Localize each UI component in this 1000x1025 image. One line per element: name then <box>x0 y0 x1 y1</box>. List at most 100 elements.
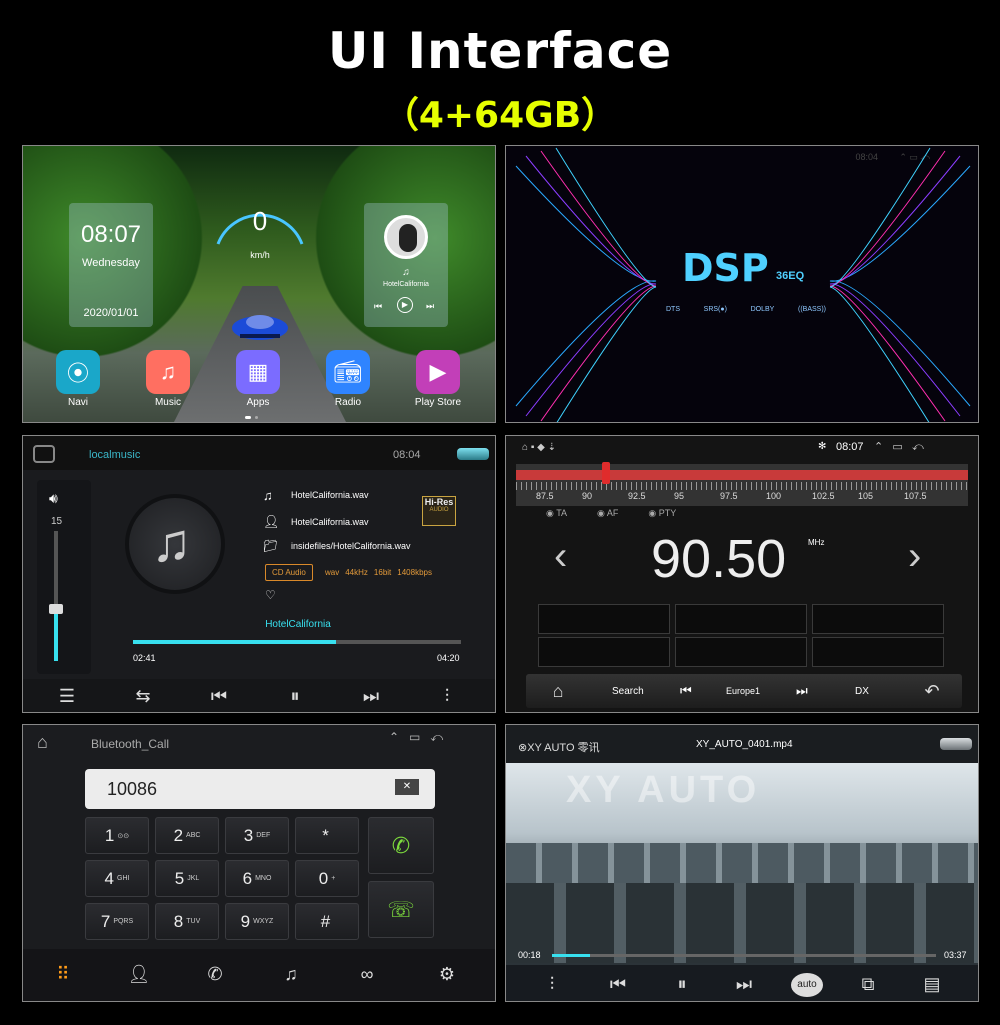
play-icon[interactable]: ▶ <box>397 297 413 313</box>
key-5[interactable]: 5 JKL <box>155 860 219 897</box>
next-icon[interactable]: ⏭ <box>714 969 774 999</box>
preset-button[interactable] <box>812 604 944 634</box>
settings-icon[interactable]: ⚙ <box>417 959 477 989</box>
next-station-icon[interactable]: › <box>908 534 921 579</box>
previous-icon[interactable]: ⏮ <box>588 969 648 999</box>
band-button[interactable]: Europe1 <box>726 686 760 696</box>
home-icon[interactable]: ⌂ <box>37 732 48 753</box>
link-icon[interactable]: ∞ <box>337 959 397 989</box>
progress-track[interactable] <box>133 640 461 644</box>
audio-logos: DTS SRS(●) DOLBY ((BASS)) <box>666 306 826 313</box>
home-icon[interactable] <box>33 445 55 463</box>
video-progress-track[interactable] <box>552 954 936 957</box>
format-tag: 1408kbps <box>397 568 432 577</box>
music-player-panel: localmusic 08:04 🔊︎ 15 ♫ ♫ HotelCaliforn… <box>22 435 496 713</box>
key-7[interactable]: 7 PQRS <box>85 903 149 940</box>
call-log-icon[interactable]: ✆ <box>185 959 245 989</box>
equalizer-icon[interactable]: ⫶ <box>522 969 582 999</box>
scale-label: 102.5 <box>812 491 835 501</box>
app-label-radio[interactable]: Radio <box>313 397 383 408</box>
volume-slider-fill <box>54 609 58 661</box>
music-icon[interactable]: ♫ <box>261 959 321 989</box>
next-icon[interactable]: ⏭ <box>426 301 434 312</box>
preset-button[interactable] <box>538 637 670 667</box>
tuning-needle[interactable] <box>602 462 610 484</box>
key-4[interactable]: 4 GHI <box>85 860 149 897</box>
music-widget[interactable]: ♫ HotelCalifornia ⏮ ▶ ⏭ <box>364 203 448 327</box>
app-label-apps[interactable]: Apps <box>223 397 293 408</box>
screen-icon[interactable]: ⧉ <box>838 969 898 999</box>
preset-button[interactable] <box>675 604 807 634</box>
equalizer-icon[interactable]: ⫶ <box>417 681 477 711</box>
play-store-icon[interactable]: ▶ <box>416 350 460 394</box>
search-button[interactable]: Search <box>612 686 644 697</box>
music-icon[interactable]: ♫ <box>146 350 190 394</box>
back-icon[interactable] <box>940 738 972 750</box>
home-icon[interactable]: ⌂ <box>528 676 588 706</box>
key-1[interactable]: 1 ⊙⊙ <box>85 817 149 854</box>
widget-song-title: HotelCalifornia <box>383 281 429 288</box>
key-#[interactable]: # <box>295 903 359 940</box>
back-icon[interactable] <box>457 448 489 460</box>
dsp-subtitle: 36EQ <box>776 270 805 282</box>
contacts-icon[interactable]: 👤︎ <box>109 959 169 989</box>
folder-icon: 📁︎ <box>263 539 279 553</box>
radio-flags: ◉ TA ◉ AF ◉ PTY <box>546 508 676 519</box>
frequency-unit: MHz <box>808 538 825 547</box>
key-2[interactable]: 2 ABC <box>155 817 219 854</box>
dialpad-icon[interactable]: ⠿ <box>33 959 93 989</box>
video-filename: XY_AUTO_0401.mp4 <box>696 739 793 750</box>
status-time: 08:04 <box>393 449 421 461</box>
pause-icon[interactable]: ⏸ <box>652 969 712 999</box>
frequency-display: 90.50 <box>651 529 787 589</box>
navi-icon[interactable]: ⦿ <box>56 350 100 394</box>
preset-button[interactable] <box>812 637 944 667</box>
volume-slider-thumb[interactable] <box>49 604 63 614</box>
album-art: ♫ <box>125 494 225 594</box>
key-0[interactable]: 0 + <box>295 860 359 897</box>
back-icon[interactable]: ↶ <box>902 676 962 706</box>
seek-forward-icon[interactable]: ⏭ <box>796 683 808 699</box>
hires-badge: Hi-Res AUDIO <box>422 496 456 526</box>
repeat-icon[interactable]: ⇆ <box>113 681 173 711</box>
preset-button[interactable] <box>675 637 807 667</box>
key-*[interactable]: * <box>295 817 359 854</box>
playlist-icon[interactable]: ☰ <box>37 681 97 711</box>
scale-label: 90 <box>582 491 593 501</box>
clock-date: 2020/01/01 <box>83 307 139 319</box>
key-9[interactable]: 9 WXYZ <box>225 903 289 940</box>
file-path: insidefiles/HotelCalifornia.wav <box>291 541 411 551</box>
favorite-icon[interactable]: ♡ <box>265 588 276 602</box>
radio-icon[interactable]: 📻︎ <box>326 350 370 394</box>
dolby-logo: DOLBY <box>750 306 775 313</box>
redial-button[interactable]: ☏ <box>368 881 434 938</box>
playlist-icon[interactable]: ▤ <box>902 969 962 999</box>
clock-widget[interactable]: 08:07 Wednesday 2020/01/01 <box>69 203 153 327</box>
previous-icon[interactable]: ⏮ <box>189 681 249 711</box>
next-icon[interactable]: ⏭ <box>341 681 401 711</box>
pause-icon[interactable]: ⏸ <box>265 681 325 711</box>
status-time: 08:07 <box>836 441 864 453</box>
seek-back-icon[interactable]: ⏮ <box>680 683 692 699</box>
call-button[interactable]: ✆ <box>368 817 434 874</box>
dialed-number: 10086 <box>107 779 158 799</box>
video-progress-fill <box>552 954 591 957</box>
key-8[interactable]: 8 TUV <box>155 903 219 940</box>
app-label-music[interactable]: Music <box>133 397 203 408</box>
scale-label: 95 <box>674 491 685 501</box>
preset-button[interactable] <box>538 604 670 634</box>
auto-button[interactable]: auto <box>791 973 823 997</box>
backspace-icon[interactable]: ✕ <box>395 779 419 795</box>
sports-car-image <box>232 315 288 340</box>
status-right-icons: ⌃ ▭ ⤺ <box>874 441 924 453</box>
number-display[interactable]: 10086 ✕ <box>85 769 435 809</box>
previous-station-icon[interactable]: ‹ <box>554 534 567 579</box>
dx-button[interactable]: DX <box>855 686 869 697</box>
scale-label: 92.5 <box>628 491 646 501</box>
apps-icon[interactable]: ▦ <box>236 350 280 394</box>
app-label-navi[interactable]: Navi <box>43 397 113 408</box>
app-label-play-store[interactable]: Play Store <box>403 397 473 408</box>
prev-icon[interactable]: ⏮ <box>374 301 382 312</box>
key-3[interactable]: 3 DEF <box>225 817 289 854</box>
key-6[interactable]: 6 MNO <box>225 860 289 897</box>
